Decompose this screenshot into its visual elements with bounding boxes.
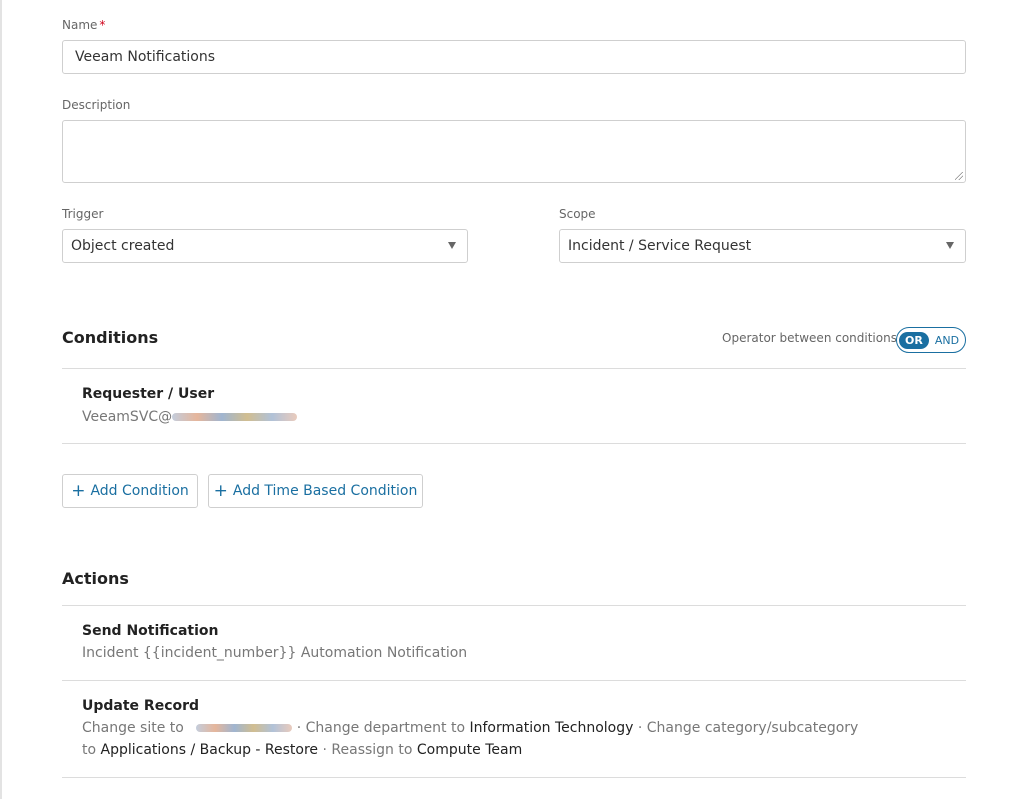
add-condition-button[interactable]: + Add Condition [62,474,198,508]
redacted-block [196,724,293,732]
reassign-value: Compute Team [416,742,523,758]
trigger-label: Trigger [62,207,104,221]
send-notification-subtitle: Incident {{incident_number}} Automation … [82,645,468,661]
operator-and-option[interactable]: AND [929,332,965,349]
resize-grip-icon[interactable] [955,172,963,180]
trigger-select[interactable]: Object created [62,229,468,263]
chevron-down-icon [946,242,954,249]
description-label: Description [62,98,131,112]
reassign-text: Reassign to [331,742,413,758]
send-notification-title: Send Notification [82,623,219,639]
condition-value: VeeamSVC@ [82,409,298,425]
conditions-title: Conditions [62,328,159,347]
scope-label: Scope [559,207,596,221]
update-record-line-2: to Applications / Backup - Restore · Rea… [82,742,522,758]
operator-label: Operator between conditions [722,331,897,345]
left-border [0,0,2,799]
divider [62,777,966,778]
update-record-title: Update Record [82,698,200,714]
plus-icon: + [71,480,86,501]
update-record-line-1: Change site to · Change department to In… [82,720,858,736]
name-input[interactable]: Veeam Notifications [62,40,966,74]
description-textarea[interactable] [62,120,966,183]
condition-value-text: VeeamSVC@ [82,409,173,425]
trigger-select-value: Object created [71,238,175,254]
separator: · [322,742,327,758]
name-label-text: Name [62,18,98,32]
scope-select[interactable]: Incident / Service Request [559,229,966,263]
separator: · [637,720,643,736]
condition-item[interactable]: Requester / User VeeamSVC@ [62,369,966,443]
operator-toggle[interactable]: OR AND [896,327,966,353]
plus-icon: + [213,480,228,501]
scope-select-value: Incident / Service Request [568,238,752,254]
action-update-record[interactable]: Update Record Change site to · Change de… [62,681,966,777]
divider [62,443,966,444]
separator: · [296,720,302,736]
department-value: Information Technology [469,720,634,736]
actions-title: Actions [62,569,129,588]
name-label: Name * [62,18,105,32]
change-site-text: Change site to [82,720,184,736]
name-input-value: Veeam Notifications [75,49,216,65]
action-send-notification[interactable]: Send Notification Incident {{incident_nu… [62,606,966,680]
to-text: to [82,742,97,758]
add-time-condition-label: Add Time Based Condition [232,483,418,499]
chevron-down-icon [448,242,456,249]
add-condition-label: Add Condition [90,483,189,499]
operator-or-option[interactable]: OR [899,331,929,349]
required-mark: * [99,18,106,32]
category-value: Applications / Backup - Restore [100,742,319,758]
change-department-text: Change department to [305,720,466,736]
change-category-text: Change category/subcategory [646,720,859,736]
condition-title: Requester / User [82,386,215,402]
redacted-block [172,413,298,421]
add-time-based-condition-button[interactable]: + Add Time Based Condition [208,474,423,508]
